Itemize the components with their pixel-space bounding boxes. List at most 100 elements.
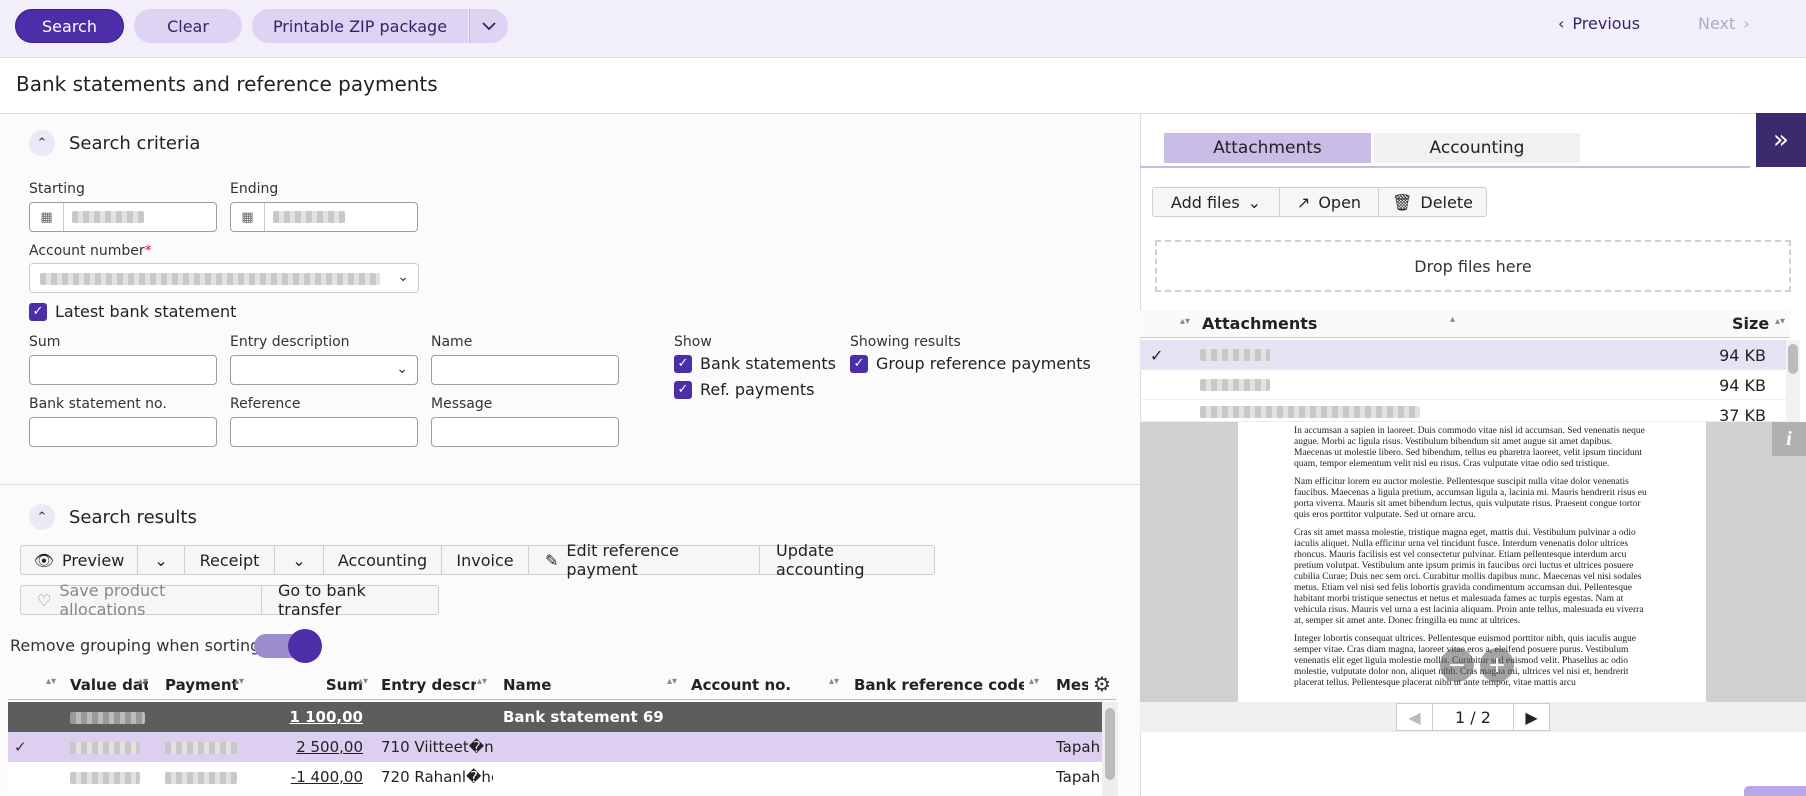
update-accounting-button[interactable]: Update accounting <box>760 541 934 579</box>
preview-menu-button[interactable]: ⌄ <box>138 546 185 574</box>
name-field[interactable] <box>431 355 619 385</box>
zoom-in-icon[interactable]: + <box>1480 648 1514 682</box>
group-sum[interactable]: 1 100,00 <box>258 708 363 726</box>
next-page-icon[interactable]: ▶ <box>1513 704 1549 730</box>
calendar-icon[interactable]: ▦ <box>30 203 64 231</box>
message-field[interactable] <box>431 417 619 447</box>
attachments-grid-header: ▴▾ Attachments ▴ Size ▴▾ <box>1140 310 1790 338</box>
attachments-toolbar: Add files ⌄ ↗ Open 🗑 Delete <box>1152 187 1487 217</box>
save-product-allocations-button[interactable]: ♡ Save product allocations <box>21 581 262 619</box>
attachment-row[interactable]: 94 KB <box>1140 370 1790 400</box>
search-results-header[interactable]: ⌃ Search results <box>29 504 197 530</box>
reference-label: Reference <box>230 396 301 412</box>
tab-underline <box>1140 166 1750 168</box>
check-icon[interactable]: ✓ <box>29 302 47 321</box>
reference-field[interactable] <box>230 417 418 447</box>
gear-icon[interactable]: ⚙ <box>1093 672 1111 696</box>
sum-field[interactable] <box>29 355 217 385</box>
attachment-row[interactable]: ✓ 94 KB <box>1140 340 1790 370</box>
bank-statements-checkbox[interactable]: ✓ Bank statements <box>674 354 836 373</box>
bank-statement-no-field[interactable] <box>29 417 217 447</box>
showing-results-label: Showing results <box>850 334 961 350</box>
search-button[interactable]: Search <box>15 9 124 43</box>
column-sum[interactable]: Sum <box>318 676 363 694</box>
name-label: Name <box>431 334 473 350</box>
account-number-label: Account number* <box>29 243 152 259</box>
delete-button[interactable]: 🗑 Delete <box>1379 188 1486 216</box>
sort-icon[interactable]: ▴▾ <box>1029 676 1039 687</box>
sort-icon[interactable]: ▴▾ <box>477 676 487 687</box>
column-entry-description[interactable]: Entry descri <box>381 676 476 694</box>
ref-payments-checkbox[interactable]: ✓ Ref. payments <box>674 380 815 399</box>
attachment-size: 37 KB <box>1719 406 1766 422</box>
group-reference-payments-checkbox[interactable]: ✓ Group reference payments <box>850 354 1091 373</box>
sort-icon[interactable]: ▴▾ <box>1180 316 1190 327</box>
sort-icon[interactable]: ▴▾ <box>234 676 244 687</box>
receipt-menu-button[interactable]: ⌄ <box>275 546 324 574</box>
column-name[interactable]: Name <box>503 676 643 694</box>
sort-icon[interactable]: ▴▾ <box>667 676 677 687</box>
ending-label: Ending <box>230 181 279 197</box>
info-icon[interactable]: i <box>1772 422 1806 456</box>
entry-description-select[interactable]: ⌄ <box>230 355 418 385</box>
row-sum[interactable]: -1 400,00 <box>258 768 363 786</box>
row-sum[interactable]: 2 500,00 <box>258 738 363 756</box>
attachment-row[interactable]: 37 KB <box>1140 400 1790 422</box>
clear-button[interactable]: Clear <box>134 9 242 43</box>
sort-icon[interactable]: ▴▾ <box>358 676 368 687</box>
document-preview[interactable]: In accumsan a sapien in laoreet. Duis co… <box>1140 422 1806 702</box>
starting-date-field[interactable]: ▦ <box>29 202 217 232</box>
latest-bank-statement-checkbox[interactable]: ✓ Latest bank statement <box>29 302 236 321</box>
sort-asc-icon[interactable]: ▴ <box>1450 314 1455 325</box>
sort-icon[interactable]: ▴▾ <box>138 676 148 687</box>
scrollbar-thumb[interactable] <box>1788 344 1798 374</box>
column-payment[interactable]: Payment <box>165 676 243 694</box>
search-criteria-header[interactable]: ⌃ Search criteria <box>29 130 200 156</box>
tab-attachments[interactable]: Attachments <box>1164 133 1371 163</box>
group-row[interactable]: 1 100,00 Bank statement 69 <box>8 702 1102 732</box>
next-button[interactable]: Next › <box>1698 14 1750 33</box>
column-account-no[interactable]: Account no. <box>691 676 821 694</box>
edit-icon: ✎ <box>545 550 559 570</box>
column-size[interactable]: Size <box>1732 314 1769 333</box>
column-attachments[interactable]: Attachments <box>1202 314 1317 333</box>
zoom-out-icon[interactable]: − <box>1440 648 1474 682</box>
expand-panel-button[interactable]: » <box>1756 113 1806 167</box>
go-to-bank-transfer-button[interactable]: Go to bank transfer <box>262 581 438 619</box>
sort-icon[interactable]: ▴▾ <box>46 676 56 687</box>
receipt-button[interactable]: Receipt <box>185 546 275 574</box>
results-scrollbar[interactable] <box>1102 702 1118 796</box>
table-row[interactable]: -1 400,00 720 Rahanl�he Tapah <box>8 762 1102 792</box>
remove-grouping-toggle[interactable] <box>254 629 322 663</box>
drop-files-zone[interactable]: Drop files here <box>1155 240 1791 292</box>
tab-accounting[interactable]: Accounting <box>1374 133 1580 163</box>
preview-button[interactable]: 👁 Preview <box>21 546 138 574</box>
column-bank-reference-code[interactable]: Bank reference code <box>854 676 1024 694</box>
column-message[interactable]: Mes <box>1056 676 1088 694</box>
printable-menu-button[interactable] <box>469 9 508 43</box>
floating-action-button[interactable] <box>1744 786 1806 796</box>
scrollbar-thumb[interactable] <box>1105 708 1115 780</box>
accounting-button[interactable]: Accounting <box>324 546 442 574</box>
check-icon[interactable]: ✓ <box>850 354 868 373</box>
row-entry-description: 720 Rahanl�he <box>381 768 493 786</box>
check-icon[interactable]: ✓ <box>674 354 692 373</box>
account-number-select[interactable]: ⌄ <box>29 263 419 293</box>
open-button[interactable]: ↗ Open <box>1280 188 1379 216</box>
attachments-scrollbar[interactable] <box>1786 340 1800 422</box>
table-row[interactable]: ✓ 2 500,00 710 Viitteet�n Tapah <box>8 732 1102 762</box>
previous-button[interactable]: ‹ Previous <box>1558 14 1640 33</box>
calendar-icon[interactable]: ▦ <box>231 203 265 231</box>
invoice-button[interactable]: Invoice <box>442 546 529 574</box>
sort-icon[interactable]: ▴▾ <box>829 676 839 687</box>
edit-reference-payment-button[interactable]: ✎ Edit reference payment <box>529 541 760 579</box>
column-value-date[interactable]: Value dat <box>70 676 148 694</box>
printable-zip-button[interactable]: Printable ZIP package <box>252 9 468 43</box>
ending-date-field[interactable]: ▦ <box>230 202 418 232</box>
check-icon[interactable]: ✓ <box>674 380 692 399</box>
sort-icon[interactable]: ▴▾ <box>1775 316 1785 327</box>
chevron-up-icon[interactable]: ⌃ <box>29 504 55 530</box>
add-files-button[interactable]: Add files ⌄ <box>1153 188 1280 216</box>
previous-page-icon[interactable]: ◀ <box>1397 704 1433 730</box>
chevron-up-icon[interactable]: ⌃ <box>29 130 55 156</box>
